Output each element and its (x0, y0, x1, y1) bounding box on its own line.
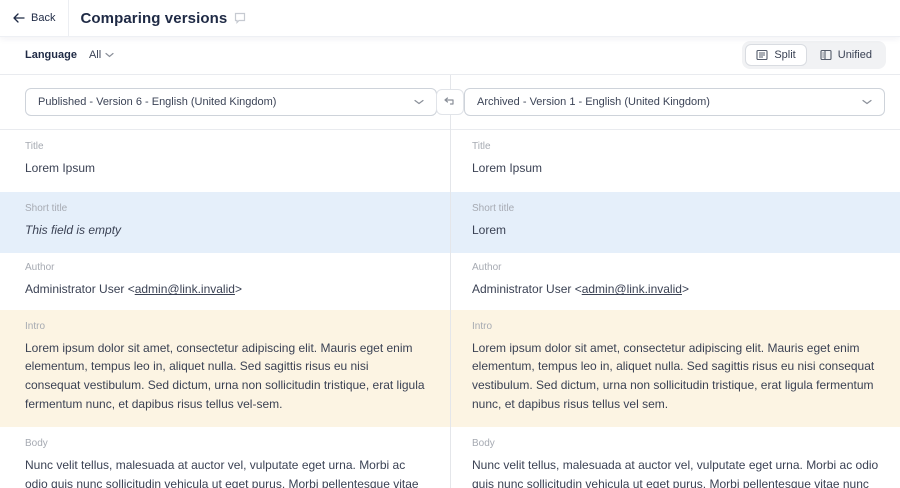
field-value: Lorem ipsum dolor sit amet, consectetur … (472, 339, 882, 413)
field-row-body: Body Nunc velit tellus, malesuada at auc… (0, 427, 900, 488)
field-label: Short title (472, 203, 882, 214)
split-view-icon (756, 49, 768, 61)
unified-view-icon (820, 49, 832, 61)
field-label: Author (472, 262, 882, 273)
field-row-short-title: Short title This field is empty Short ti… (0, 192, 900, 254)
field-label: Body (472, 438, 882, 449)
field-value: Administrator User <admin@link.invalid> (25, 280, 425, 299)
field-value: Lorem ipsum dolor sit amet, consectetur … (25, 339, 425, 413)
field-value: Nunc velit tellus, malesuada at auctor v… (472, 456, 882, 488)
field-label: Title (472, 141, 882, 152)
chevron-down-icon (105, 52, 114, 58)
right-version-select[interactable]: Archived - Version 1 - English (United K… (464, 88, 885, 116)
field-row-intro: Intro Lorem ipsum dolor sit amet, consec… (0, 310, 900, 427)
version-selector-row: Published - Version 6 - English (United … (0, 75, 900, 130)
header-divider (68, 0, 69, 36)
author-name: Administrator User < (25, 282, 135, 296)
swap-versions-button[interactable] (436, 89, 464, 115)
comparison-area: Published - Version 6 - English (United … (0, 75, 900, 488)
field-label: Body (25, 438, 425, 449)
swap-arrows-icon (444, 97, 456, 107)
view-mode-toggle: Split Unified (742, 41, 886, 69)
field-row-title: Title Lorem Ipsum Title Lorem Ipsum (0, 130, 900, 192)
chevron-down-icon (862, 99, 872, 105)
left-version-value: Published - Version 6 - English (United … (38, 96, 276, 108)
field-value: Lorem Ipsum (472, 159, 882, 178)
field-value-empty: This field is empty (25, 221, 425, 240)
right-version-value: Archived - Version 1 - English (United K… (477, 96, 710, 108)
split-view-button[interactable]: Split (745, 44, 806, 66)
toolbar: Language All Split Unified (0, 36, 900, 75)
field-value: Administrator User <admin@link.invalid> (472, 280, 882, 299)
back-label: Back (31, 12, 55, 24)
language-label: Language (25, 49, 77, 61)
chevron-down-icon (414, 99, 424, 105)
back-button[interactable]: Back (0, 0, 68, 36)
split-view-label: Split (774, 49, 795, 61)
author-name: Administrator User < (472, 282, 582, 296)
author-suffix: > (682, 282, 689, 296)
page-title: Comparing versions (80, 10, 227, 27)
left-version-select[interactable]: Published - Version 6 - English (United … (25, 88, 437, 116)
field-label: Intro (25, 321, 425, 332)
language-dropdown[interactable]: All (89, 49, 114, 61)
arrow-left-icon (13, 13, 25, 23)
field-label: Short title (25, 203, 425, 214)
comment-icon[interactable] (234, 12, 246, 24)
field-label: Intro (472, 321, 882, 332)
field-row-author: Author Administrator User <admin@link.in… (0, 253, 900, 310)
author-email-link[interactable]: admin@link.invalid (135, 282, 235, 296)
unified-view-label: Unified (838, 49, 872, 61)
author-email-link[interactable]: admin@link.invalid (582, 282, 682, 296)
field-label: Title (25, 141, 425, 152)
unified-view-button[interactable]: Unified (809, 44, 883, 66)
field-label: Author (25, 262, 425, 273)
author-suffix: > (235, 282, 242, 296)
language-value: All (89, 49, 101, 61)
field-value: Lorem (472, 221, 882, 240)
field-value: Lorem Ipsum (25, 159, 425, 178)
app-header: Back Comparing versions (0, 0, 900, 36)
field-value: Nunc velit tellus, malesuada at auctor v… (25, 456, 425, 488)
